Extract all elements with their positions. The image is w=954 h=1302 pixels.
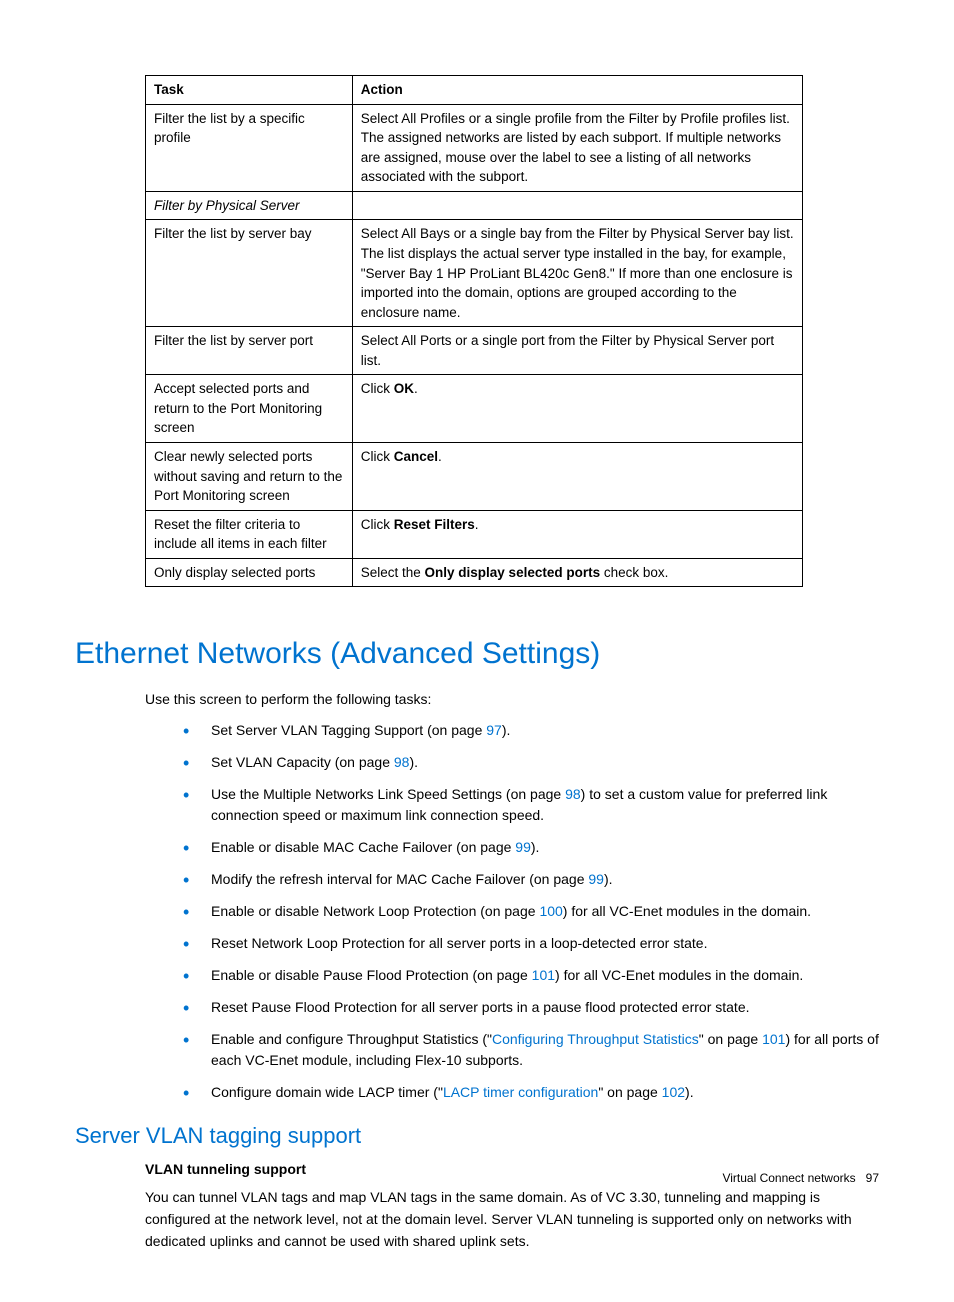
task-cell: Only display selected ports — [146, 558, 353, 587]
table-row: Reset the filter criteria to include all… — [146, 510, 803, 558]
list-item: Set Server VLAN Tagging Support (on page… — [183, 720, 879, 741]
action-cell: Click Cancel. — [352, 443, 802, 511]
task-cell: Filter the list by server bay — [146, 220, 353, 327]
topic-link[interactable]: Configuring Throughput Statistics — [492, 1031, 699, 1047]
task-cell: Clear newly selected ports without savin… — [146, 443, 353, 511]
footer-section: Virtual Connect networks — [722, 1171, 855, 1185]
table-header-task: Task — [146, 76, 353, 105]
page-link[interactable]: 100 — [539, 903, 562, 919]
task-list: Set Server VLAN Tagging Support (on page… — [183, 720, 879, 1103]
table-header-action: Action — [352, 76, 802, 105]
page-link[interactable]: 98 — [394, 754, 410, 770]
list-item: Modify the refresh interval for MAC Cach… — [183, 869, 879, 890]
table-row: Filter by Physical Server — [146, 191, 803, 220]
task-cell: Filter by Physical Server — [146, 191, 353, 220]
task-cell: Accept selected ports and return to the … — [146, 375, 353, 443]
list-item: Use the Multiple Networks Link Speed Set… — [183, 784, 879, 826]
page-link[interactable]: 101 — [532, 967, 555, 983]
action-cell: Click Reset Filters. — [352, 510, 802, 558]
table-row: Filter the list by server bay Select All… — [146, 220, 803, 327]
intro-text: Use this screen to perform the following… — [145, 689, 879, 710]
task-cell: Filter the list by a specific profile — [146, 104, 353, 191]
action-cell: Select the Only display selected ports c… — [352, 558, 802, 587]
list-item: Enable or disable MAC Cache Failover (on… — [183, 837, 879, 858]
list-item: Set VLAN Capacity (on page 98). — [183, 752, 879, 773]
body-paragraph: You can tunnel VLAN tags and map VLAN ta… — [145, 1187, 879, 1252]
action-cell: Click OK. — [352, 375, 802, 443]
table-row: Filter the list by server port Select Al… — [146, 327, 803, 375]
page-link[interactable]: 99 — [515, 839, 531, 855]
section-heading: Server VLAN tagging support — [75, 1123, 879, 1149]
task-action-table: Task Action Filter the list by a specifi… — [145, 75, 803, 587]
action-cell — [352, 191, 802, 220]
table-row: Accept selected ports and return to the … — [146, 375, 803, 443]
task-cell: Reset the filter criteria to include all… — [146, 510, 353, 558]
page-footer: Virtual Connect networks 97 — [722, 1171, 879, 1185]
action-cell: Select All Ports or a single port from t… — [352, 327, 802, 375]
page-link[interactable]: 101 — [762, 1031, 785, 1047]
page-link[interactable]: 98 — [565, 786, 581, 802]
list-item: Reset Pause Flood Protection for all ser… — [183, 997, 879, 1018]
footer-page: 97 — [866, 1171, 879, 1185]
topic-link[interactable]: LACP timer configuration — [443, 1084, 598, 1100]
page-link[interactable]: 97 — [486, 722, 502, 738]
action-cell: Select All Bays or a single bay from the… — [352, 220, 802, 327]
task-cell: Filter the list by server port — [146, 327, 353, 375]
list-item: Enable and configure Throughput Statisti… — [183, 1029, 879, 1071]
page-link[interactable]: 99 — [588, 871, 604, 887]
table-row: Only display selected ports Select the O… — [146, 558, 803, 587]
list-item: Reset Network Loop Protection for all se… — [183, 933, 879, 954]
list-item: Configure domain wide LACP timer ("LACP … — [183, 1082, 879, 1103]
page-link[interactable]: 102 — [662, 1084, 685, 1100]
action-cell: Select All Profiles or a single profile … — [352, 104, 802, 191]
table-row: Filter the list by a specific profile Se… — [146, 104, 803, 191]
page-heading: Ethernet Networks (Advanced Settings) — [75, 637, 879, 671]
table-row: Clear newly selected ports without savin… — [146, 443, 803, 511]
list-item: Enable or disable Pause Flood Protection… — [183, 965, 879, 986]
list-item: Enable or disable Network Loop Protectio… — [183, 901, 879, 922]
